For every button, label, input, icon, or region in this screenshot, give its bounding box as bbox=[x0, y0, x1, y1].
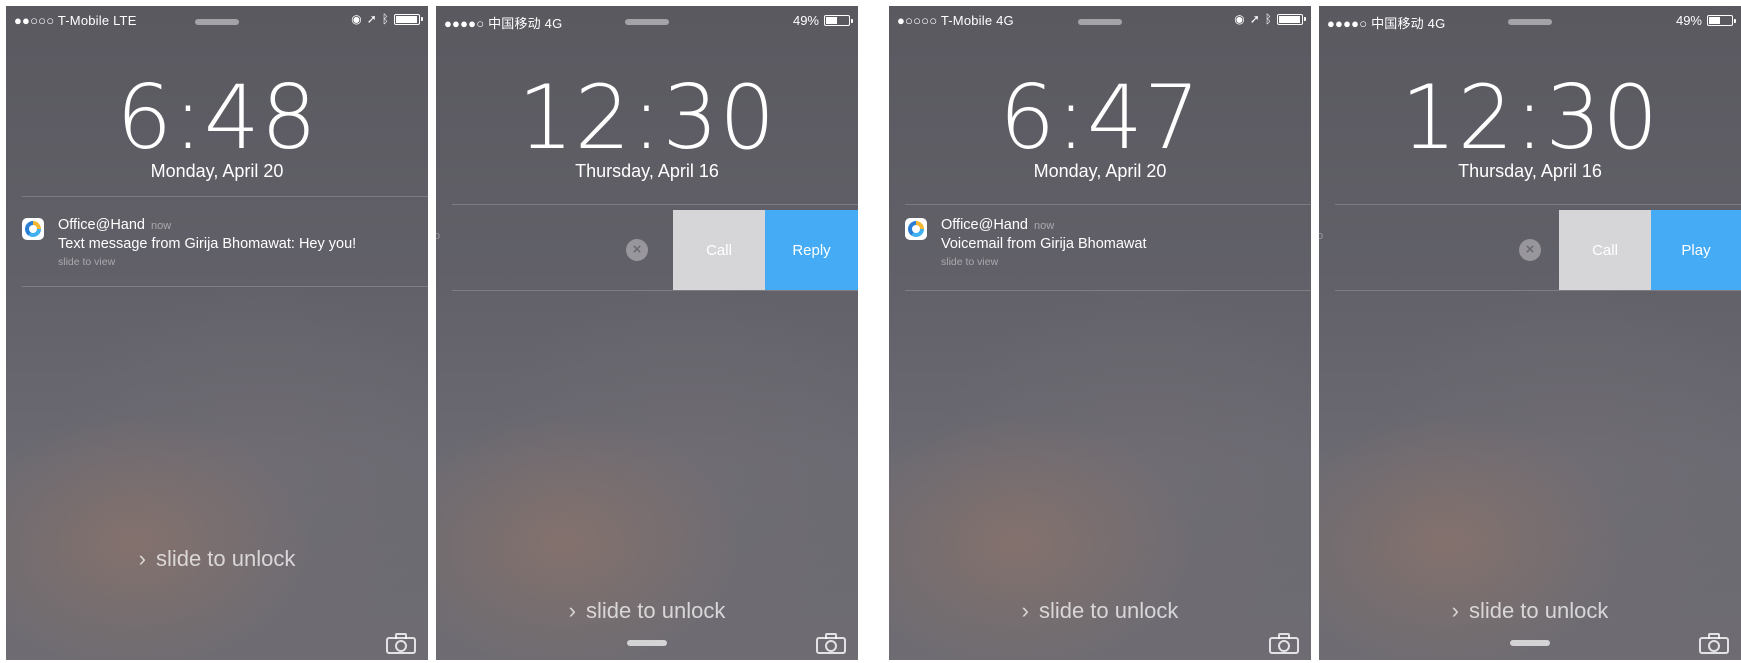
divider bbox=[22, 196, 428, 197]
status-bar: ●●○○○ T-Mobile LTE ◉ ➚ ᛒ bbox=[6, 10, 428, 30]
lock-clock: 6:47 bbox=[999, 66, 1201, 169]
battery-icon bbox=[1277, 13, 1306, 25]
lock-clock: 12:30 bbox=[1400, 66, 1660, 169]
battery-percentage: 49% bbox=[792, 13, 819, 28]
camera-icon[interactable] bbox=[1269, 632, 1299, 654]
clear-button[interactable]: × bbox=[1519, 239, 1541, 261]
chevron-right-icon: › bbox=[568, 598, 576, 623]
lock-date: Thursday, April 16 bbox=[1458, 161, 1602, 181]
divider bbox=[1335, 204, 1741, 205]
divider bbox=[22, 286, 428, 287]
notification-center-grabber[interactable] bbox=[625, 19, 669, 25]
battery-icon bbox=[1707, 15, 1736, 26]
camera-icon[interactable] bbox=[386, 632, 416, 654]
notification-fragment: o bbox=[436, 230, 441, 242]
notification-app-name: Office@Hand bbox=[58, 217, 145, 233]
call-button[interactable]: Call bbox=[673, 210, 765, 290]
chevron-right-icon: › bbox=[138, 546, 146, 571]
slide-to-unlock[interactable]: › slide to unlock bbox=[436, 598, 858, 624]
notification-message: Voicemail from Girija Bhomawat bbox=[941, 236, 1147, 252]
lock-screen-voicemail: ●○○○○ T-Mobile 4G ◉ ➚ ᛒ 6:47 Monday, Apr… bbox=[889, 6, 1311, 660]
notification[interactable]: Office@Hand now Text message from Girija … bbox=[22, 216, 420, 268]
swiped-notification: o × Call Play bbox=[1319, 210, 1741, 290]
lock-screen-play-actions: ●●●●○ 中国移动 4G 49% 12:30 Thursday, April … bbox=[1319, 6, 1741, 660]
location-icon: ➚ bbox=[1249, 12, 1260, 26]
carrier-label: ●●○○○ T-Mobile LTE bbox=[14, 13, 137, 28]
chevron-right-icon: › bbox=[1021, 598, 1029, 623]
status-bar: ●●●●○ 中国移动 4G 49% bbox=[1319, 10, 1741, 31]
notification-center-grabber[interactable] bbox=[1508, 19, 1552, 25]
notification-time: now bbox=[1034, 220, 1055, 232]
home-indicator bbox=[1510, 640, 1550, 646]
slide-to-unlock[interactable]: › slide to unlock bbox=[1319, 598, 1741, 624]
divider bbox=[905, 290, 1311, 291]
battery-icon bbox=[824, 15, 853, 26]
notification-time: now bbox=[151, 220, 172, 232]
swiped-notification: o × Call Reply bbox=[436, 210, 858, 290]
lock-date: Thursday, April 16 bbox=[575, 161, 719, 181]
status-bar: ●○○○○ T-Mobile 4G ◉ ➚ ᛒ bbox=[889, 10, 1311, 30]
bluetooth-icon: ᛒ bbox=[381, 12, 389, 26]
notification-message: Text message from Girija Bhomawat: Hey y… bbox=[58, 236, 357, 252]
call-button[interactable]: Call bbox=[1559, 210, 1651, 290]
divider bbox=[452, 204, 858, 205]
carrier-label: ●●●●○ 中国移动 4G bbox=[1327, 16, 1446, 31]
orientation-lock-icon: ◉ bbox=[1234, 12, 1245, 26]
lock-screen-text-message: ●●○○○ T-Mobile LTE ◉ ➚ ᛒ 6:48 Monday, Ap… bbox=[6, 6, 428, 660]
camera-icon[interactable] bbox=[816, 632, 846, 654]
reply-button[interactable]: Reply bbox=[765, 210, 858, 290]
notification-hint: slide to view bbox=[941, 256, 999, 268]
play-button[interactable]: Play bbox=[1651, 210, 1741, 290]
status-bar: ●●●●○ 中国移动 4G 49% bbox=[436, 10, 858, 31]
notification-center-grabber[interactable] bbox=[195, 19, 239, 25]
office-at-hand-app-icon bbox=[905, 218, 927, 240]
location-icon: ➚ bbox=[366, 12, 377, 26]
slide-to-unlock[interactable]: › slide to unlock bbox=[889, 598, 1311, 624]
slide-to-unlock[interactable]: › slide to unlock bbox=[6, 546, 428, 572]
camera-icon[interactable] bbox=[1699, 632, 1729, 654]
office-at-hand-app-icon bbox=[22, 218, 44, 240]
lock-screen-reply-actions: ●●●●○ 中国移动 4G 49% 12:30 Thursday, April … bbox=[436, 6, 858, 660]
home-indicator bbox=[627, 640, 667, 646]
lock-clock: 12:30 bbox=[517, 66, 777, 169]
notification-fragment: o bbox=[1319, 230, 1324, 242]
notification[interactable]: Office@Hand now Voicemail from Girija Bho… bbox=[905, 216, 1303, 268]
lock-date: Monday, April 20 bbox=[150, 161, 284, 181]
carrier-label: ●●●●○ 中国移动 4G bbox=[444, 16, 563, 31]
chevron-right-icon: › bbox=[1451, 598, 1459, 623]
clear-button[interactable]: × bbox=[626, 239, 648, 261]
notification-app-name: Office@Hand bbox=[941, 217, 1028, 233]
divider bbox=[905, 204, 1311, 205]
notification-center-grabber[interactable] bbox=[1078, 19, 1122, 25]
orientation-lock-icon: ◉ bbox=[351, 12, 362, 26]
carrier-label: ●○○○○ T-Mobile 4G bbox=[897, 13, 1014, 28]
notification-hint: slide to view bbox=[58, 256, 116, 268]
bluetooth-icon: ᛒ bbox=[1264, 12, 1272, 26]
lock-date: Monday, April 20 bbox=[1033, 161, 1167, 181]
divider bbox=[452, 290, 858, 291]
battery-percentage: 49% bbox=[1675, 13, 1702, 28]
battery-icon bbox=[394, 13, 423, 25]
lock-clock: 6:48 bbox=[116, 66, 318, 169]
divider bbox=[1335, 290, 1741, 291]
